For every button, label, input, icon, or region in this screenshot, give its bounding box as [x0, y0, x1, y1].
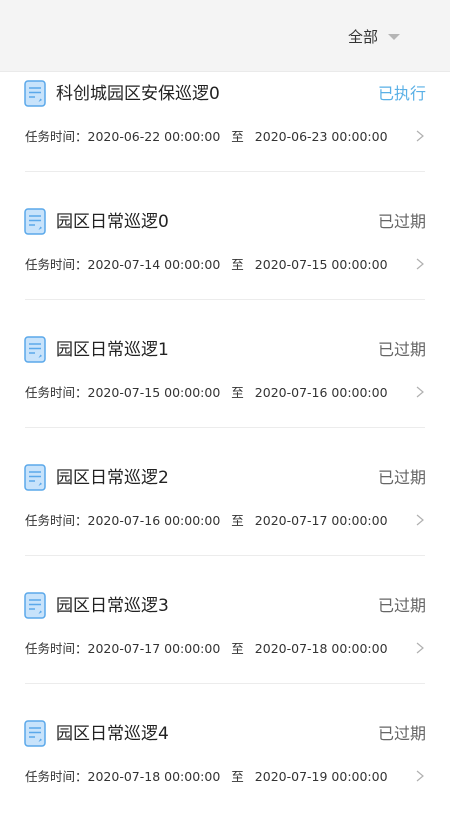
task-title: 园区日常巡逻2	[56, 468, 169, 488]
task-start-time: 2020-07-17 00:00:00	[87, 641, 221, 656]
caret-down-icon	[388, 34, 400, 40]
task-time-separator: 至	[231, 257, 244, 272]
task-item[interactable]: 园区日常巡逻3 已过期 任务时间：2020-07-17 00:00:00 至 202…	[0, 584, 450, 712]
task-time: 任务时间：2020-07-18 00:00:00 至 2020-07-19 00:0…	[25, 768, 388, 786]
task-item[interactable]: 科创城园区安保巡逻0 已执行 任务时间：2020-06-22 00:00:00 至…	[0, 72, 450, 200]
task-item[interactable]: 园区日常巡逻4 已过期 任务时间：2020-07-18 00:00:00 至 202…	[0, 712, 450, 840]
document-icon	[24, 208, 46, 235]
top-filter-bar: 全部	[0, 0, 450, 72]
chevron-right-icon	[416, 514, 424, 526]
chevron-right-icon	[416, 130, 424, 142]
task-time-label: 任务时间：	[25, 385, 88, 400]
task-status: 已过期	[377, 340, 426, 359]
task-title: 园区日常巡逻1	[56, 340, 169, 360]
task-end-time: 2020-07-15 00:00:00	[254, 257, 388, 272]
task-item[interactable]: 园区日常巡逻2 已过期 任务时间：2020-07-16 00:00:00 至 202…	[0, 456, 450, 584]
task-time: 任务时间：2020-07-16 00:00:00 至 2020-07-17 00:0…	[25, 512, 388, 530]
status-filter-dropdown[interactable]: 全部	[348, 26, 400, 48]
task-end-time: 2020-07-18 00:00:00	[254, 641, 388, 656]
filter-label: 全部	[347, 28, 378, 46]
task-title: 科创城园区安保巡逻0	[56, 84, 220, 104]
task-end-time: 2020-06-23 00:00:00	[254, 129, 388, 144]
task-item[interactable]: 园区日常巡逻0 已过期 任务时间：2020-07-14 00:00:00 至 202…	[0, 200, 450, 328]
task-time: 任务时间：2020-07-15 00:00:00 至 2020-07-16 00:0…	[25, 384, 388, 402]
task-status: 已过期	[377, 724, 426, 743]
task-title: 园区日常巡逻3	[56, 596, 169, 616]
divider	[25, 171, 425, 172]
divider	[25, 427, 425, 428]
chevron-right-icon	[416, 642, 424, 654]
task-status: 已过期	[377, 212, 426, 231]
document-icon	[24, 720, 46, 747]
divider	[25, 299, 425, 300]
task-time-separator: 至	[231, 769, 244, 784]
task-time-label: 任务时间：	[25, 641, 88, 656]
task-time-separator: 至	[231, 129, 244, 144]
task-start-time: 2020-07-14 00:00:00	[87, 257, 221, 272]
task-start-time: 2020-07-16 00:00:00	[87, 513, 221, 528]
task-time-label: 任务时间：	[25, 257, 88, 272]
task-title: 园区日常巡逻0	[56, 212, 169, 232]
chevron-right-icon	[416, 770, 424, 782]
task-start-time: 2020-07-15 00:00:00	[87, 385, 221, 400]
task-end-time: 2020-07-19 00:00:00	[254, 769, 388, 784]
divider	[25, 683, 425, 684]
task-start-time: 2020-06-22 00:00:00	[87, 129, 221, 144]
task-time: 任务时间：2020-07-17 00:00:00 至 2020-07-18 00:0…	[25, 640, 388, 658]
task-item[interactable]: 园区日常巡逻1 已过期 任务时间：2020-07-15 00:00:00 至 202…	[0, 328, 450, 456]
divider	[25, 555, 425, 556]
task-time-separator: 至	[231, 513, 244, 528]
task-status: 已执行	[377, 84, 426, 103]
task-end-time: 2020-07-17 00:00:00	[254, 513, 388, 528]
task-time-label: 任务时间：	[25, 769, 88, 784]
document-icon	[24, 592, 46, 619]
document-icon	[24, 464, 46, 491]
task-title: 园区日常巡逻4	[56, 724, 169, 744]
document-icon	[24, 80, 46, 107]
chevron-right-icon	[416, 258, 424, 270]
chevron-right-icon	[416, 386, 424, 398]
task-status: 已过期	[377, 596, 426, 615]
task-time: 任务时间：2020-06-22 00:00:00 至 2020-06-23 00:0…	[25, 128, 388, 146]
task-time-separator: 至	[231, 385, 244, 400]
task-time-label: 任务时间：	[25, 129, 88, 144]
task-start-time: 2020-07-18 00:00:00	[87, 769, 221, 784]
task-end-time: 2020-07-16 00:00:00	[254, 385, 388, 400]
task-list: 科创城园区安保巡逻0 已执行 任务时间：2020-06-22 00:00:00 至…	[0, 72, 450, 840]
document-icon	[24, 336, 46, 363]
task-time-label: 任务时间：	[25, 513, 88, 528]
task-status: 已过期	[377, 468, 426, 487]
task-time-separator: 至	[231, 641, 244, 656]
task-time: 任务时间：2020-07-14 00:00:00 至 2020-07-15 00:0…	[25, 256, 388, 274]
